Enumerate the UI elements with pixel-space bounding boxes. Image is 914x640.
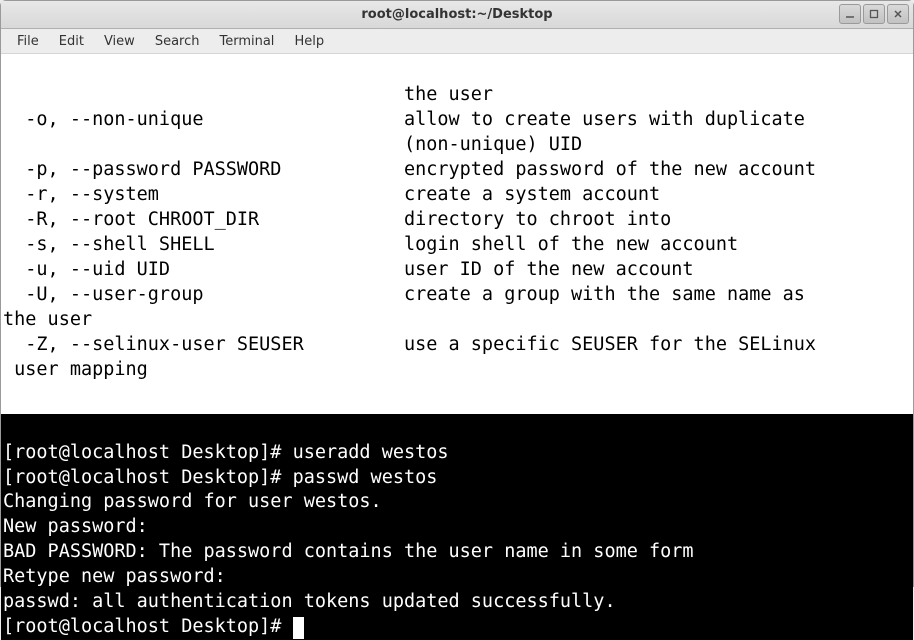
menu-help[interactable]: Help [284, 31, 334, 52]
man-line: -Z, --selinux-user SEUSER use a specific… [3, 334, 816, 355]
window-title: root@localhost:~/Desktop [1, 7, 913, 22]
minimize-icon [845, 9, 855, 19]
man-line: -r, --system create a system account [3, 184, 660, 205]
window-controls [839, 4, 909, 24]
man-line: user mapping [3, 359, 148, 380]
man-line: -R, --root CHROOT_DIR directory to chroo… [3, 209, 671, 230]
cursor [293, 617, 304, 639]
shell-line: New password: [3, 516, 159, 537]
minimize-button[interactable] [839, 4, 861, 24]
man-line: -o, --non-unique allow to create users w… [3, 109, 805, 130]
man-line: the user [3, 309, 92, 330]
menu-view[interactable]: View [94, 31, 145, 52]
menu-search[interactable]: Search [145, 31, 210, 52]
man-line: -p, --password PASSWORD encrypted passwo… [3, 159, 816, 180]
man-line: -s, --shell SHELL login shell of the new… [3, 234, 738, 255]
menu-file[interactable]: File [7, 31, 49, 52]
close-button[interactable] [887, 4, 909, 24]
terminal-shell-area[interactable]: [root@localhost Desktop]# useradd westos… [1, 414, 913, 640]
shell-line: Changing password for user westos. [3, 491, 382, 512]
maximize-button[interactable] [863, 4, 885, 24]
shell-line: [root@localhost Desktop]# useradd westos [3, 442, 449, 463]
menu-terminal[interactable]: Terminal [209, 31, 284, 52]
shell-line: Retype new password: [3, 566, 237, 587]
titlebar: root@localhost:~/Desktop [1, 1, 913, 29]
man-line: the user [3, 84, 493, 105]
shell-line: [root@localhost Desktop]# passwd westos [3, 467, 437, 488]
man-line: (non-unique) UID [3, 134, 582, 155]
menu-edit[interactable]: Edit [49, 31, 94, 52]
man-line: -U, --user-group create a group with the… [3, 284, 805, 305]
menubar: File Edit View Search Terminal Help [1, 29, 913, 54]
shell-line: BAD PASSWORD: The password contains the … [3, 541, 694, 562]
close-icon [893, 9, 903, 19]
shell-prompt: [root@localhost Desktop]# [3, 616, 293, 637]
maximize-icon [869, 9, 879, 19]
terminal-manpage-area[interactable]: the user -o, --non-unique allow to creat… [1, 54, 913, 414]
shell-line: passwd: all authentication tokens update… [3, 591, 616, 612]
man-line: -u, --uid UID user ID of the new account [3, 259, 694, 280]
